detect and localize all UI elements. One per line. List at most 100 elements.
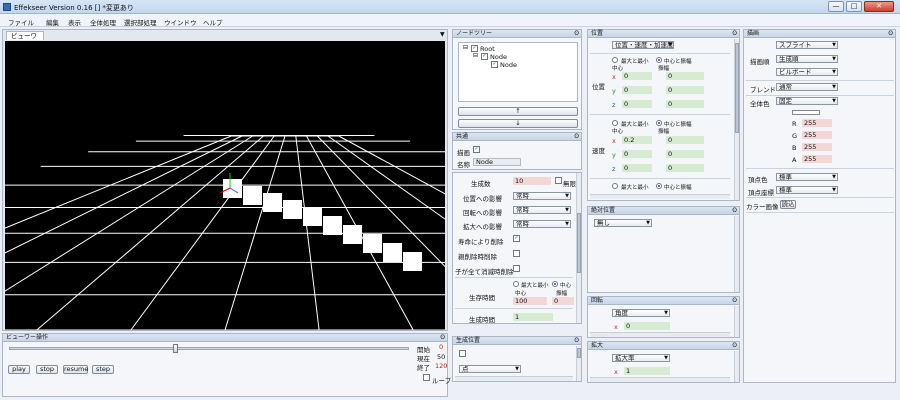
pin-icon[interactable]: ʘ (732, 30, 737, 38)
vel-z-amplitude[interactable]: 0 (666, 164, 704, 172)
pin-icon[interactable]: ʘ (732, 207, 737, 215)
tree-node-child[interactable]: Node (500, 61, 517, 69)
scale-mode-select[interactable]: 拡大率 (612, 354, 670, 362)
pin-icon[interactable]: ʘ (440, 334, 445, 342)
vel-radio-center[interactable] (656, 120, 662, 126)
color-b-field[interactable]: 255 (802, 143, 832, 151)
scroll-thumb[interactable] (577, 348, 581, 358)
tree-expander-icon[interactable]: ⊟ (463, 44, 468, 51)
name-field[interactable]: Node (473, 158, 521, 166)
menu-global[interactable]: 全体処理 (90, 17, 116, 27)
position-mode-select[interactable]: 位置・速度・加速度 (612, 41, 674, 49)
color-r-field[interactable]: 255 (802, 119, 832, 127)
pin-icon[interactable]: ʘ (732, 297, 737, 305)
draw-order-select[interactable]: 生成順 (776, 55, 838, 63)
color-a-field[interactable]: 255 (802, 155, 832, 163)
remove-on-life-checkbox[interactable]: ✓ (513, 235, 520, 242)
scale-scrollbar[interactable] (734, 351, 739, 382)
scale-hscrollbar[interactable] (590, 377, 730, 382)
abspos-scrollbar[interactable] (734, 216, 739, 292)
pos-x-amplitude[interactable]: 0 (666, 72, 704, 80)
acc-radio-center[interactable] (656, 183, 662, 189)
rotation-influence-select[interactable]: 常時 (513, 206, 571, 214)
vel-z-center[interactable]: 0 (622, 164, 652, 172)
resume-button[interactable]: resume (63, 365, 88, 374)
draw-checkbox[interactable]: ✓ (473, 146, 480, 153)
infinite-checkbox[interactable] (555, 177, 562, 184)
node-tree-view[interactable]: ⊟ ✓ Root ⊟ ✓ Node ✓ Node (458, 42, 578, 102)
load-image-button[interactable]: 読込 (780, 200, 796, 209)
pos-y-amplitude[interactable]: 0 (666, 86, 704, 94)
remove-on-parent-checkbox[interactable] (513, 250, 520, 257)
genpos-hscrollbar[interactable] (455, 376, 573, 381)
vel-radio-minmax[interactable] (612, 120, 618, 126)
color-g-field[interactable]: 255 (802, 131, 832, 139)
vertex-pos-select[interactable]: 標準 (776, 186, 838, 194)
menu-view[interactable]: 表示 (68, 17, 81, 27)
pin-icon[interactable]: ʘ (574, 133, 579, 141)
scale-influence-select[interactable]: 常時 (513, 220, 571, 228)
step-button[interactable]: step (92, 365, 114, 374)
menu-help[interactable]: ヘルプ (203, 17, 223, 27)
start-value[interactable]: 0 (437, 343, 447, 351)
rotation-hscrollbar[interactable] (590, 332, 730, 337)
pos-x-center[interactable]: 0 (622, 72, 652, 80)
move-up-button[interactable]: ↑ (458, 107, 578, 116)
vertex-color-select[interactable]: 標準 (776, 173, 838, 181)
menu-window[interactable]: ウインドウ (164, 17, 197, 27)
tree-node-node[interactable]: Node (490, 53, 507, 61)
pin-icon[interactable]: ʘ (732, 342, 737, 350)
loop-checkbox[interactable] (423, 374, 430, 381)
pos-z-center[interactable]: 0 (622, 100, 652, 108)
blend-select[interactable]: 通常 (776, 83, 838, 91)
rot-x-field[interactable]: 0 (624, 322, 670, 330)
position-hscrollbar[interactable] (590, 194, 730, 199)
pos-y-center[interactable]: 0 (622, 86, 652, 94)
lifetime-amplitude-field[interactable]: 0 (552, 297, 574, 305)
genpos-scrollbar[interactable] (576, 346, 581, 381)
range-radio-minmax[interactable] (513, 281, 519, 287)
vel-y-amplitude[interactable]: 0 (666, 150, 704, 158)
pos-radio-center[interactable] (656, 57, 662, 63)
tree-node-check[interactable]: ✓ (471, 45, 478, 52)
menu-file[interactable]: ファイル (8, 17, 34, 27)
pos-z-amplitude[interactable]: 0 (666, 100, 704, 108)
color-mode-select[interactable]: 固定 (776, 97, 838, 105)
end-value[interactable]: 120 (435, 362, 447, 370)
rotation-mode-select[interactable]: 角度 (612, 309, 670, 317)
tree-node-root[interactable]: Root (480, 45, 495, 53)
pin-icon[interactable]: ʘ (888, 30, 893, 38)
tree-node-check[interactable]: ✓ (481, 53, 488, 60)
color-swatch[interactable] (792, 110, 820, 115)
scroll-thumb[interactable] (735, 43, 739, 133)
billboard-select[interactable]: ビルボード (776, 68, 838, 76)
viewer-canvas[interactable] (0, 41, 696, 331)
acc-radio-minmax[interactable] (612, 183, 618, 189)
range-radio-center[interactable] (552, 281, 558, 287)
menu-selection[interactable]: 選択部処理 (124, 17, 157, 27)
render-type-select[interactable]: スプライト (776, 41, 838, 49)
timeline-track[interactable] (9, 347, 409, 350)
close-button[interactable]: ✕ (864, 1, 894, 12)
scale-x-field[interactable]: 1 (624, 367, 670, 375)
lifetime-center-field[interactable]: 100 (513, 297, 547, 305)
timeline-slider-handle[interactable] (173, 344, 178, 353)
viewer-menu-dropdown[interactable]: ▼ (440, 31, 445, 38)
play-button[interactable]: play (8, 365, 30, 374)
abspos-type-select[interactable]: 無し (594, 219, 652, 227)
scroll-thumb[interactable] (577, 213, 581, 273)
stop-button[interactable]: stop (36, 365, 58, 374)
spawn-count-field[interactable]: 10 (513, 177, 551, 185)
tab-viewer[interactable]: ビューワー (6, 31, 44, 48)
genpos-type-select[interactable]: 点 (459, 365, 521, 373)
maximize-button[interactable]: □ (846, 1, 862, 12)
pin-icon[interactable]: ʘ (574, 337, 579, 345)
menu-edit[interactable]: 編集 (46, 17, 59, 27)
pin-icon[interactable]: ʘ (574, 30, 579, 38)
spawn-time-field[interactable]: 1 (513, 313, 553, 321)
genpos-checkbox[interactable] (459, 350, 466, 357)
vel-y-center[interactable]: 0 (622, 150, 652, 158)
pos-radio-minmax[interactable] (612, 57, 618, 63)
vel-x-center[interactable]: 0.2 (622, 136, 652, 144)
tree-node-check[interactable]: ✓ (491, 61, 498, 68)
